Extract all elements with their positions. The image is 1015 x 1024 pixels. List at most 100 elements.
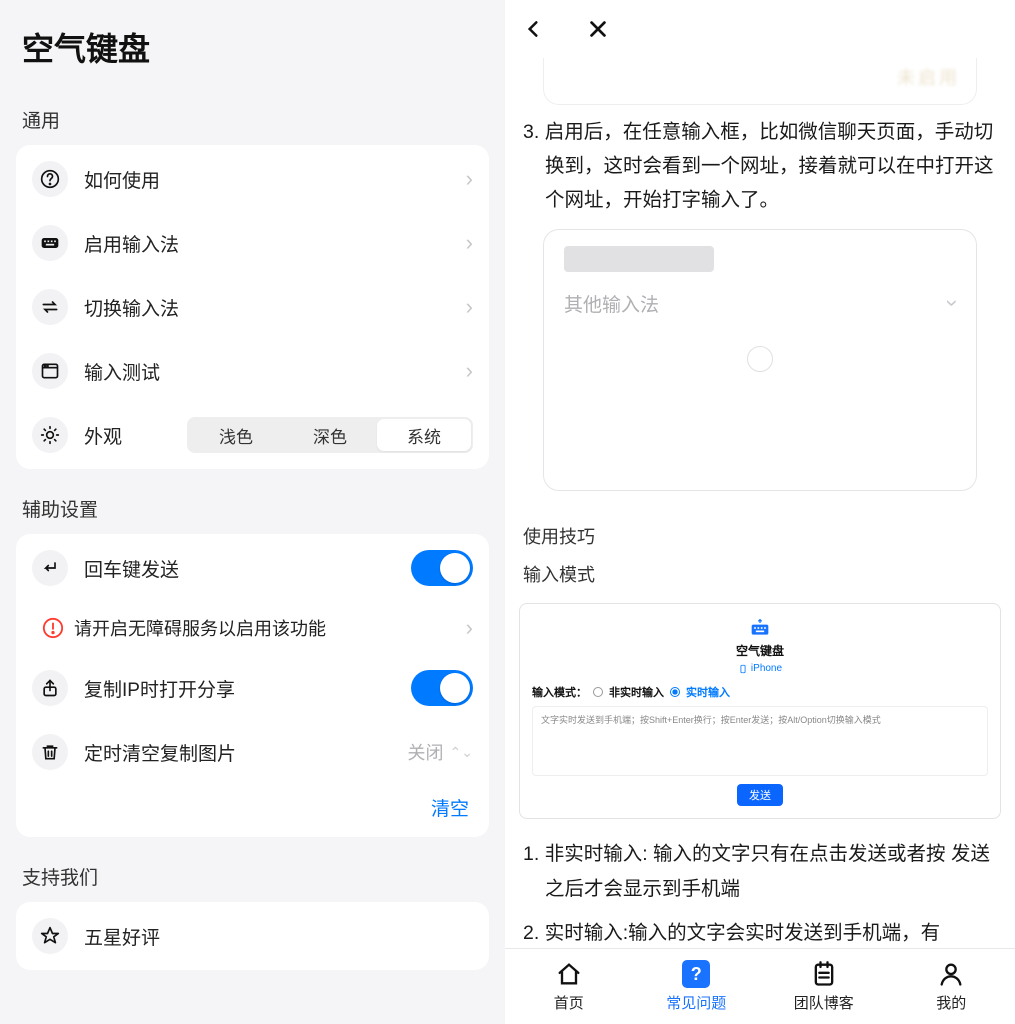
chevron-right-icon: ›: [466, 358, 473, 384]
row-label: 如何使用: [84, 166, 466, 193]
toggle-copy-ip-share[interactable]: [411, 670, 473, 706]
mock-mode-row: 输入模式： 非实时输入 实时输入: [532, 684, 988, 700]
page-title: 空气键盘: [0, 0, 505, 80]
mock-opt1: 非实时输入: [609, 684, 664, 700]
user-icon: [937, 960, 965, 988]
updown-icon: ⌃⌄: [450, 744, 473, 761]
mock-hint: 文字实时发送到手机端；按Shift+Enter换行；按Enter发送；按Alt/…: [541, 713, 979, 726]
mock-mode-label: 输入模式：: [532, 684, 587, 700]
tab-label: 我的: [936, 992, 966, 1013]
card-support: 五星好评: [16, 902, 489, 970]
row-test[interactable]: 输入测试 ›: [16, 339, 489, 403]
tips-header: 使用技巧: [519, 517, 1001, 555]
chevron-right-icon: ›: [466, 166, 473, 192]
step-3: 3. 启用后，在任意输入框，比如微信聊天页面，手动切换到，这时会看到一个网址，接…: [523, 115, 997, 217]
sun-icon: [32, 417, 68, 453]
segment-light[interactable]: 浅色: [189, 419, 283, 451]
radio-realtime: [670, 687, 680, 697]
mock-ime-card: 其他输入法 ›: [543, 229, 977, 491]
section-support: 支持我们: [0, 837, 505, 902]
trash-icon: [32, 734, 68, 770]
faq-icon: ?: [682, 960, 710, 988]
clear-button[interactable]: 清空: [431, 799, 469, 820]
card-general: 如何使用 › 启用输入法 › 切换输入法 › 输入测试 ›: [16, 145, 489, 469]
star-icon: [32, 918, 68, 954]
row-label: 定时清空复制图片: [84, 739, 408, 766]
share-icon: [32, 670, 68, 706]
tab-me[interactable]: 我的: [888, 949, 1015, 1024]
row-copy-ip-share: 复制IP时打开分享: [16, 656, 489, 720]
tab-blog[interactable]: 团队博客: [760, 949, 888, 1024]
enter-icon: [32, 550, 68, 586]
picker-value: 关闭: [408, 739, 444, 765]
section-general: 通用: [0, 80, 505, 145]
tab-home[interactable]: 首页: [505, 949, 633, 1024]
mock-other-ime-row: 其他输入法 ›: [544, 274, 976, 332]
tab-label: 首页: [554, 992, 584, 1013]
mock-send-button: 发送: [737, 784, 783, 806]
row-switch[interactable]: 切换输入法 ›: [16, 275, 489, 339]
question-icon: [32, 161, 68, 197]
mock-image-top: 未启用: [543, 58, 977, 105]
step-num: 1.: [523, 843, 539, 865]
step-num: 3.: [523, 121, 539, 143]
card-aux: 回车键发送 请开启无障碍服务以启用该功能 › 复制IP时打开分享 定时清空复制图…: [16, 534, 489, 837]
tab-bar: 首页 ? 常见问题 团队博客 我的: [505, 948, 1015, 1024]
chevron-right-icon: ›: [466, 294, 473, 320]
tab-faq[interactable]: ? 常见问题: [633, 949, 761, 1024]
row-accessibility-warning[interactable]: 请开启无障碍服务以启用该功能 ›: [16, 600, 489, 656]
detail-pane: 未启用 3. 启用后，在任意输入框，比如微信聊天页面，手动切换到，这时会看到一个…: [505, 0, 1015, 1024]
swap-icon: [32, 289, 68, 325]
mock-other-ime-label: 其他输入法: [564, 290, 659, 317]
mock-device: iPhone: [738, 663, 782, 674]
step-body: 非实时输入: 输入的文字只有在点击发送或者按 发送之后才会显示到手机端: [545, 843, 990, 899]
row-label: 启用输入法: [84, 230, 466, 257]
mock-circle: [747, 346, 773, 372]
nav-bar: [505, 0, 1015, 58]
row-label: 外观: [84, 422, 187, 449]
mock-web-card: 空气键盘 iPhone 输入模式： 非实时输入 实时输入 文字实时发送到手机端；…: [519, 603, 1001, 819]
card-action: 清空: [16, 784, 489, 835]
appearance-segment: 浅色 深色 系统: [187, 417, 473, 453]
segment-dark[interactable]: 深色: [283, 419, 377, 451]
row-rate[interactable]: 五星好评: [16, 904, 489, 968]
row-howto[interactable]: 如何使用 ›: [16, 147, 489, 211]
back-button[interactable]: [523, 17, 543, 41]
window-icon: [32, 353, 68, 389]
detail-content: 未启用 3. 启用后，在任意输入框，比如微信聊天页面，手动切换到，这时会看到一个…: [505, 58, 1015, 958]
row-label: 输入测试: [84, 358, 466, 385]
home-icon: [555, 960, 583, 988]
blog-icon: [810, 960, 838, 988]
row-label: 请开启无障碍服务以启用该功能: [74, 615, 466, 641]
step-num: 2.: [523, 922, 539, 944]
step-1: 1. 非实时输入: 输入的文字只有在点击发送或者按 发送之后才会显示到手机端: [523, 837, 997, 905]
segment-system[interactable]: 系统: [377, 419, 471, 451]
row-label: 切换输入法: [84, 294, 466, 321]
section-aux: 辅助设置: [0, 469, 505, 534]
chevron-right-icon: ›: [466, 615, 473, 641]
row-label: 回车键发送: [84, 555, 411, 582]
step-2: 2. 实时输入:输入的文字会实时发送到手机端，有: [523, 916, 997, 950]
step-body: 启用后，在任意输入框，比如微信聊天页面，手动切换到，这时会看到一个网址，接着就可…: [545, 121, 994, 211]
row-appearance: 外观 浅色 深色 系统: [16, 403, 489, 467]
row-auto-clear[interactable]: 定时清空复制图片 关闭 ⌃⌄: [16, 720, 489, 784]
keyboard-app-icon: [748, 618, 772, 638]
row-label: 复制IP时打开分享: [84, 675, 411, 702]
mock-textarea: 文字实时发送到手机端；按Shift+Enter换行；按Enter发送；按Alt/…: [532, 706, 988, 776]
warn-icon: [42, 617, 64, 639]
mode-header: 输入模式: [519, 555, 1001, 593]
row-enable[interactable]: 启用输入法 ›: [16, 211, 489, 275]
row-label: 五星好评: [84, 923, 473, 950]
mock-opt2: 实时输入: [686, 684, 730, 700]
tab-label: 团队博客: [794, 992, 854, 1013]
step-body: 实时输入:输入的文字会实时发送到手机端，有: [545, 922, 940, 944]
close-button[interactable]: [587, 18, 609, 40]
toggle-enter-send[interactable]: [411, 550, 473, 586]
tab-label: 常见问题: [666, 992, 726, 1013]
chevron-down-icon: ›: [939, 300, 965, 307]
chevron-right-icon: ›: [466, 230, 473, 256]
mock-tag-text: 未启用: [897, 64, 960, 90]
keyboard-icon: [32, 225, 68, 261]
mock-placeholder-rect: [564, 246, 714, 272]
radio-nonrealtime: [593, 687, 603, 697]
